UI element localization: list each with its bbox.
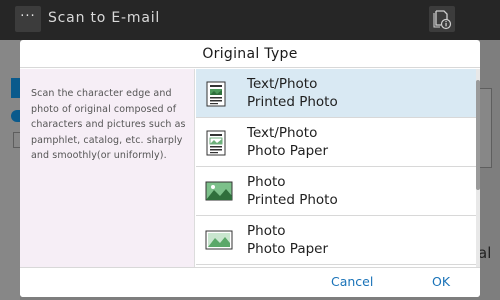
- cancel-button[interactable]: Cancel: [331, 274, 373, 289]
- dialog-title: Original Type: [20, 40, 480, 68]
- list-item-photo-printed[interactable]: Photo Printed Photo: [196, 167, 476, 216]
- item-label-line2: Photo Paper: [247, 241, 329, 257]
- menu-button[interactable]: ···: [15, 6, 41, 32]
- text-photo-paper-icon: [206, 130, 226, 156]
- list-item-text-photo-printed[interactable]: Text/Photo Printed Photo: [196, 69, 476, 118]
- original-type-dialog: Original Type Scan the character edge an…: [20, 40, 480, 297]
- item-label-line2: Photo Paper: [247, 143, 329, 159]
- item-label-line1: Photo: [247, 174, 286, 190]
- background-box: [13, 132, 20, 148]
- dialog-footer: Cancel OK: [20, 267, 480, 297]
- more-icon: ···: [20, 9, 36, 24]
- item-label-line2: Printed Photo: [247, 192, 338, 208]
- ok-button[interactable]: OK: [432, 274, 450, 289]
- background-tab: [11, 78, 20, 98]
- app-title: Scan to E-mail: [48, 10, 161, 26]
- text-photo-printed-icon: [206, 81, 226, 107]
- original-type-list[interactable]: Text/Photo Printed Photo Text/Photo Phot…: [196, 69, 476, 267]
- item-label-line1: Photo: [247, 223, 286, 239]
- item-label-line2: Printed Photo: [247, 94, 338, 110]
- list-item-text-photo-paper[interactable]: Text/Photo Photo Paper: [196, 118, 476, 167]
- list-item-photo-paper[interactable]: Photo Photo Paper: [196, 216, 476, 265]
- description-text: Scan the character edge and photo of ori…: [31, 88, 186, 161]
- photo-paper-icon: [205, 230, 233, 250]
- top-bar: ··· Scan to E-mail: [0, 0, 500, 40]
- scrollbar-thumb[interactable]: [476, 80, 480, 190]
- document-info-icon: [433, 10, 452, 30]
- background-right-card: [480, 88, 492, 168]
- background-partial-label: al: [478, 244, 492, 262]
- document-info-button[interactable]: [429, 6, 455, 32]
- item-label-line1: Text/Photo: [247, 125, 318, 141]
- photo-printed-icon: [205, 181, 233, 201]
- item-label-line1: Text/Photo: [247, 76, 318, 92]
- description-panel: Scan the character edge and photo of ori…: [20, 69, 195, 267]
